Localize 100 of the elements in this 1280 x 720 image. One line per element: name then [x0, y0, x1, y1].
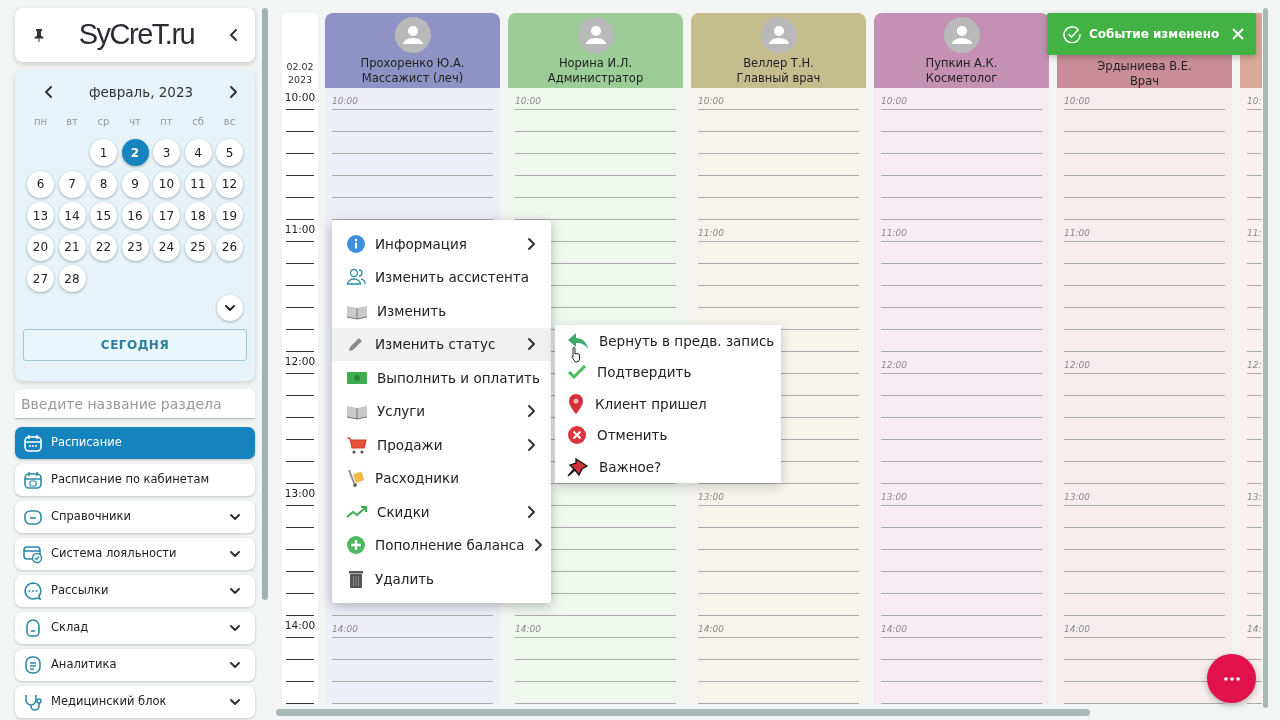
collapse-icon[interactable]: [228, 28, 239, 42]
calendar-day[interactable]: 14: [58, 202, 86, 229]
sidebar-item[interactable]: Расписание по кабинетам: [15, 464, 255, 496]
calendar-day[interactable]: 25: [184, 233, 212, 261]
slot-time: 10:00: [1064, 96, 1090, 106]
calendar-day[interactable]: 10: [153, 170, 180, 198]
slot-time: 13:00: [1064, 492, 1090, 502]
calendar-day[interactable]: 4: [184, 139, 212, 166]
plus-icon: [346, 535, 366, 556]
menu-item[interactable]: Пополнение баланса: [332, 528, 551, 562]
pin-icon[interactable]: [33, 28, 45, 42]
calendar-day[interactable]: 5: [216, 139, 243, 166]
calendar-day[interactable]: 7: [58, 170, 86, 198]
staff-role: Массажист (леч): [361, 71, 464, 86]
submenu-item[interactable]: Вернуть в предв. запись: [555, 325, 781, 357]
staff-role: Главный врач: [736, 71, 821, 86]
more-icon: [1223, 676, 1240, 681]
cursor-icon: [570, 347, 582, 363]
sidebar-item[interactable]: Склад: [15, 612, 255, 644]
calendar-day[interactable]: 23: [121, 233, 149, 261]
slot-time: 13:: [1247, 492, 1262, 502]
submenu-item[interactable]: Клиент пришел: [555, 388, 781, 420]
staff-role: Косметолог: [925, 71, 998, 86]
submenu-item[interactable]: Подтвердить: [555, 356, 781, 388]
search-field[interactable]: Введите название раздела: [15, 389, 255, 419]
calendar-day[interactable]: 24: [153, 233, 180, 261]
calendar-day[interactable]: 18: [184, 202, 212, 229]
menu-item[interactable]: Изменить статус: [332, 327, 551, 361]
slot-time: 10:: [1247, 96, 1262, 106]
users-icon: [346, 267, 366, 288]
slot-time: 13:00: [698, 492, 724, 502]
submenu-item[interactable]: Отменить: [555, 419, 781, 451]
month-title: февраль, 2023: [88, 82, 194, 102]
slot-time: 12:: [1247, 360, 1262, 370]
submenu-item[interactable]: Важное?: [555, 451, 781, 483]
staff-name: Веллер Т.Н.: [743, 56, 814, 71]
map-pin-icon: [567, 392, 585, 415]
slot-time: 14:: [1247, 624, 1262, 634]
menu-item[interactable]: Удалить: [332, 562, 551, 596]
menu-item[interactable]: Информация: [332, 227, 551, 261]
calendar-day[interactable]: 13: [27, 202, 54, 229]
menu-item[interactable]: Выполнить и оплатить: [332, 361, 551, 395]
sidebar-item[interactable]: Справочники: [15, 501, 255, 533]
previous-month-icon[interactable]: [43, 85, 54, 99]
slot-time: 11:: [1247, 228, 1262, 238]
menu-item[interactable]: Продажи: [332, 428, 551, 462]
sidebar-item[interactable]: Расписание: [15, 427, 255, 459]
slot-time: 14:00: [698, 624, 724, 634]
sidebar-item[interactable]: Рассылки: [15, 575, 255, 607]
slot-time: 14:00: [515, 624, 541, 634]
calendar-day[interactable]: 9: [121, 170, 149, 198]
calendar-icon: [23, 470, 43, 490]
calendar-day[interactable]: 2: [121, 139, 149, 166]
cart-icon: [346, 434, 368, 455]
calendar-day[interactable]: 20: [27, 233, 54, 261]
calendar-day[interactable]: 11: [184, 170, 212, 198]
scrollbar[interactable]: [276, 709, 1090, 716]
calendar-day[interactable]: 12: [216, 170, 243, 198]
calendar-day[interactable]: 8: [90, 170, 117, 198]
staff-name: Норина И.Л.: [558, 56, 633, 71]
calendar-day[interactable]: 26: [216, 233, 243, 261]
menu-item[interactable]: Расходники: [332, 461, 551, 495]
today-button[interactable]: СЕГОДНЯ: [23, 329, 247, 361]
calendar-day[interactable]: 16: [121, 202, 149, 229]
calendar-day[interactable]: 15: [90, 202, 117, 229]
chat-icon: [23, 581, 43, 601]
expand-button[interactable]: [217, 295, 243, 321]
calendar-day[interactable]: 17: [153, 202, 180, 229]
calendar-day[interactable]: 1: [90, 139, 117, 166]
next-month-icon[interactable]: [228, 85, 239, 99]
folder-icon: [23, 507, 43, 527]
hand-truck-icon: [346, 468, 366, 489]
close-icon[interactable]: [1232, 28, 1244, 40]
menu-item[interactable]: Услуги: [332, 394, 551, 428]
weekday-label: вс: [222, 115, 237, 129]
calendar-day[interactable]: 3: [153, 139, 180, 166]
calendar-day[interactable]: 27: [27, 265, 54, 292]
weekday-label: чт: [128, 115, 142, 129]
sidebar-item[interactable]: Аналитика: [15, 649, 255, 681]
sidebar-item[interactable]: Медицинский блок: [15, 686, 255, 718]
slot-time: 10:00: [881, 96, 907, 106]
reply-arrow-icon: [567, 330, 589, 351]
scrollbar[interactable]: [262, 8, 268, 600]
calendar-day[interactable]: 6: [27, 170, 54, 198]
calendar-day[interactable]: 21: [58, 233, 86, 261]
calendar-day[interactable]: 22: [90, 233, 117, 261]
sidebar-item[interactable]: Система лояльности: [15, 538, 255, 570]
menu-item[interactable]: Скидки: [332, 495, 551, 529]
slot-time: 10:00: [698, 96, 724, 106]
weekday-label: ср: [96, 115, 111, 129]
weekday-label: сб: [191, 115, 205, 129]
menu-item[interactable]: Изменить ассистента: [332, 260, 551, 294]
date-label: 02.02: [286, 60, 314, 73]
info-icon: [346, 233, 366, 254]
menu-item[interactable]: Изменить: [332, 294, 551, 328]
year-label: 2023: [287, 73, 313, 86]
scrollbar[interactable]: [1263, 8, 1268, 708]
logo: SyCreT.ru: [78, 17, 195, 53]
calendar-day[interactable]: 19: [216, 202, 243, 229]
calendar-day[interactable]: 28: [58, 265, 86, 292]
